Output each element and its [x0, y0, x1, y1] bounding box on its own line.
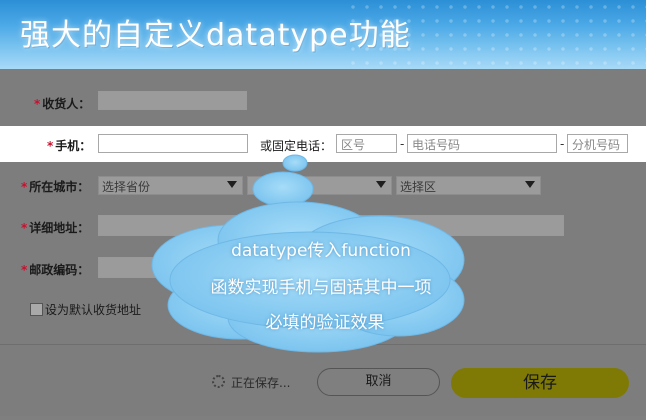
district-select-value: 选择区 [400, 180, 437, 194]
required-mark: * [21, 263, 28, 277]
loading-spinner-icon [212, 375, 225, 388]
address-input[interactable] [98, 215, 564, 236]
dash: - [400, 137, 405, 151]
chevron-down-icon [376, 181, 386, 188]
phone-label-text: 手机： [55, 139, 92, 153]
province-select[interactable]: 选择省份 [98, 176, 243, 195]
required-mark: * [21, 180, 28, 194]
phone-label: * 手机： [47, 137, 91, 154]
city-label-text: 所在城市： [29, 180, 90, 194]
save-button[interactable]: 保存 [451, 368, 629, 398]
default-address-label: 设为默认收货地址 [45, 303, 142, 317]
chevron-down-icon [525, 181, 535, 188]
header-banner: 强大的自定义datatype功能 [0, 0, 646, 69]
address-label-text: 详细地址： [29, 221, 90, 235]
banner-title: 强大的自定义datatype功能 [20, 18, 411, 53]
tel-number-input[interactable]: 电话号码 [407, 134, 557, 153]
province-select-value: 选择省份 [102, 180, 151, 194]
receiver-label: * 收货人： [34, 95, 90, 112]
dash: - [560, 137, 565, 151]
saving-status: 正在保存... [231, 376, 291, 390]
footer-divider [0, 344, 646, 345]
area-code-input[interactable]: 区号 [336, 134, 397, 153]
form-overlay-panel [0, 69, 646, 416]
postcode-label-text: 邮政编码： [29, 263, 90, 277]
address-label: * 详细地址： [21, 219, 89, 236]
postcode-input[interactable] [98, 257, 198, 278]
default-address-checkbox[interactable] [30, 303, 43, 316]
required-mark: * [21, 221, 28, 235]
chevron-down-icon [227, 181, 237, 188]
landline-label: 或固定电话： [260, 139, 333, 153]
required-mark: * [47, 139, 54, 153]
city-label: * 所在城市： [21, 178, 89, 195]
city-select[interactable] [247, 176, 392, 195]
postcode-label: * 邮政编码： [21, 261, 89, 278]
receiver-input[interactable] [98, 91, 247, 110]
mobile-input[interactable] [98, 134, 248, 153]
cancel-button[interactable]: 取消 [317, 368, 440, 396]
receiver-label-text: 收货人： [42, 97, 91, 111]
required-mark: * [34, 97, 41, 111]
district-select[interactable]: 选择区 [396, 176, 541, 195]
extension-input[interactable]: 分机号码 [567, 134, 628, 153]
